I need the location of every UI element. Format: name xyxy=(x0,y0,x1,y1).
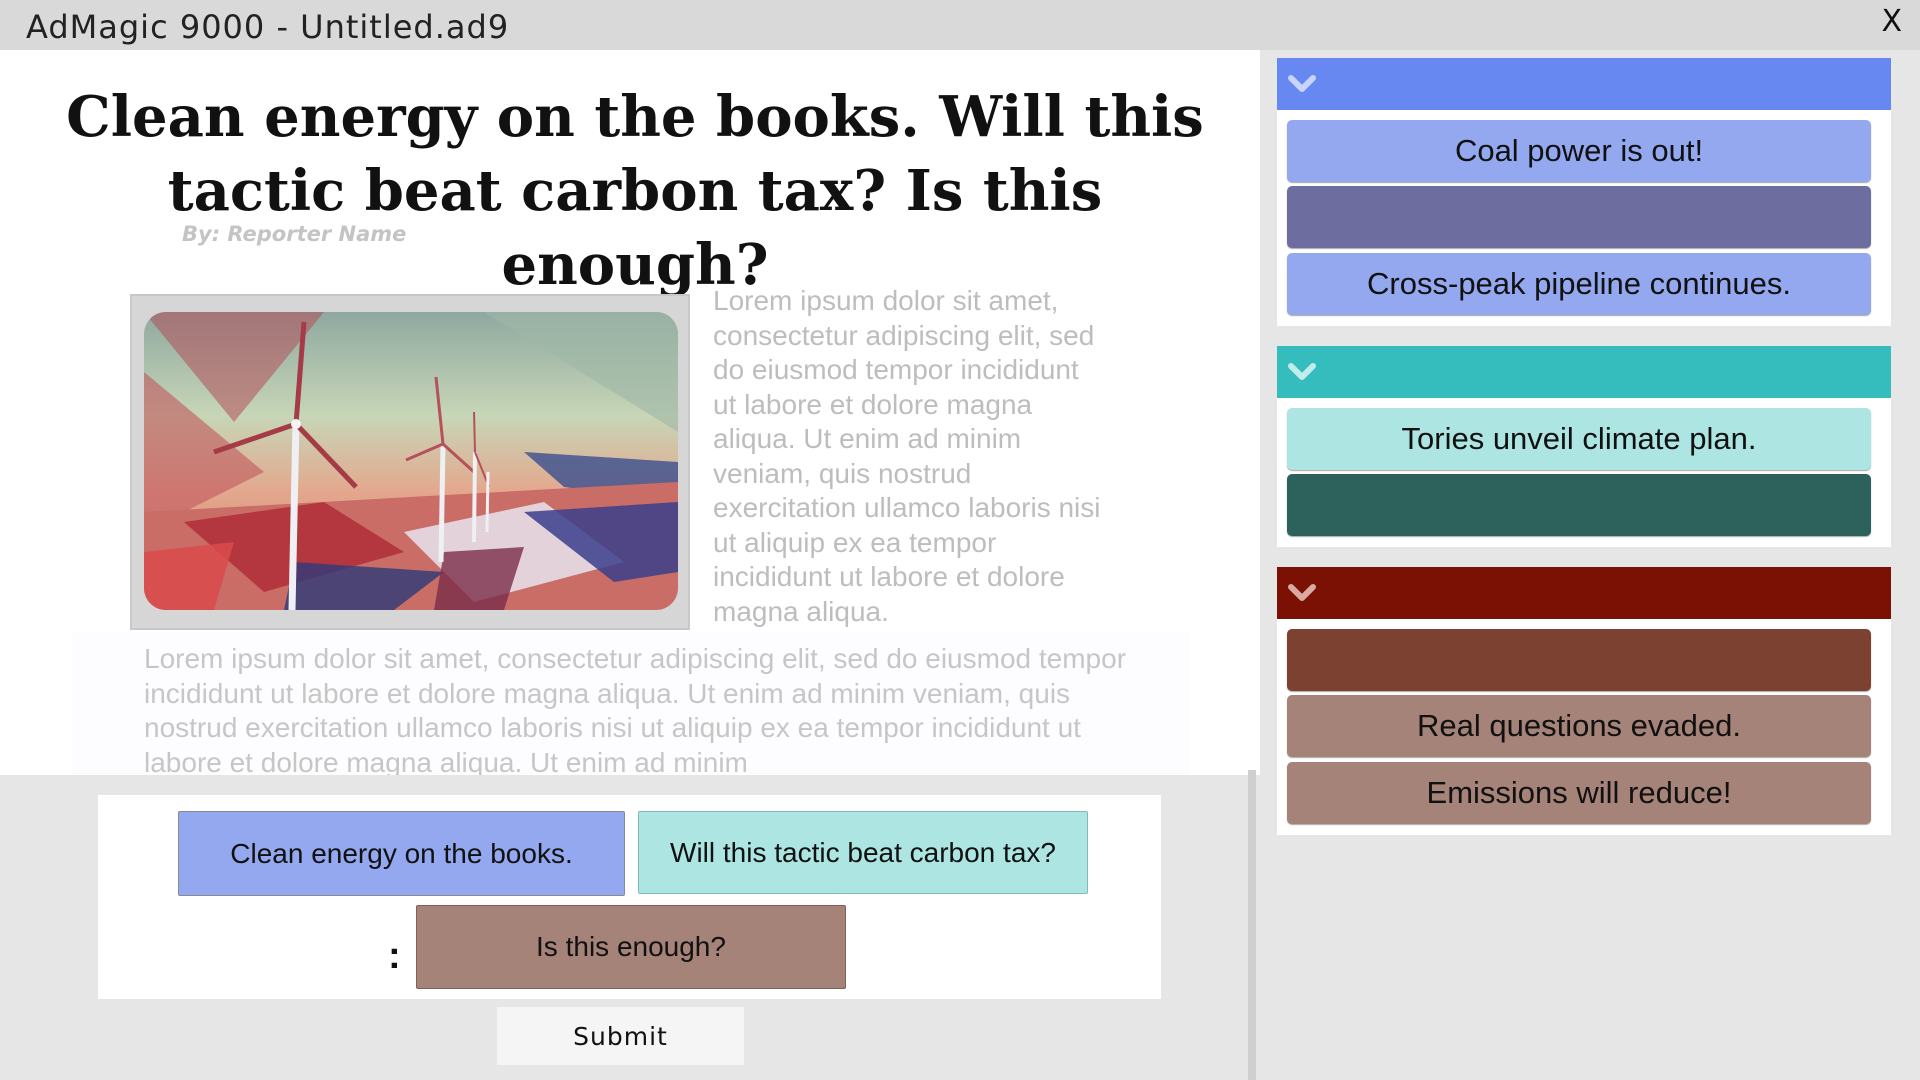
headline-builder: Clean energy on the books. Will this tac… xyxy=(98,795,1161,999)
article-image-frame xyxy=(130,294,690,630)
close-button[interactable]: X xyxy=(1881,4,1902,39)
phrase-item[interactable] xyxy=(1287,629,1871,691)
group-header[interactable] xyxy=(1277,567,1891,619)
headline-line: Clean energy on the books. Will this xyxy=(66,84,1204,150)
byline: By: Reporter Name xyxy=(182,222,407,246)
phrase-item[interactable]: Cross-peak pipeline continues. xyxy=(1287,253,1871,315)
phrase-item[interactable]: Emissions will reduce! xyxy=(1287,762,1871,824)
phrase-group-blue: Coal power is out! Cross-peak pipeline c… xyxy=(1277,58,1891,326)
phrase-item[interactable]: Real questions evaded. xyxy=(1287,695,1871,757)
body-paragraph-box: Lorem ipsum dolor sit amet, consectetur … xyxy=(72,632,1190,775)
phrase-item[interactable] xyxy=(1287,186,1871,248)
submit-button[interactable]: Submit xyxy=(497,1007,744,1065)
side-paragraph: Lorem ipsum dolor sit amet, consectetur … xyxy=(713,285,1101,627)
phrase-item[interactable]: Coal power is out! xyxy=(1287,120,1871,182)
headline-chip[interactable]: Will this tactic beat carbon tax? xyxy=(638,811,1088,894)
chevron-down-icon xyxy=(1288,75,1316,92)
headline-chip[interactable]: Is this enough? xyxy=(416,905,846,989)
wind-turbines-image xyxy=(144,312,678,610)
body-paragraph: Lorem ipsum dolor sit amet, consectetur … xyxy=(144,643,1127,775)
title-bar: AdMagic 9000 - Untitled.ad9 X xyxy=(0,0,1920,50)
chevron-down-icon xyxy=(1288,363,1316,380)
panel-divider[interactable] xyxy=(1248,770,1256,1080)
group-header[interactable] xyxy=(1277,58,1891,110)
phrase-group-red: Real questions evaded. Emissions will re… xyxy=(1277,567,1891,835)
chevron-down-icon xyxy=(1288,584,1316,601)
window-title: AdMagic 9000 - Untitled.ad9 xyxy=(26,8,510,46)
phrase-item[interactable] xyxy=(1287,474,1871,536)
headline-chip[interactable]: Clean energy on the books. xyxy=(178,811,625,896)
headline: Clean energy on the books. Will this tac… xyxy=(60,80,1210,302)
phrase-panel: Coal power is out! Cross-peak pipeline c… xyxy=(1261,50,1920,1080)
phrase-group-teal: Tories unveil climate plan. xyxy=(1277,346,1891,547)
phrase-item[interactable]: Tories unveil climate plan. xyxy=(1287,408,1871,470)
group-header[interactable] xyxy=(1277,346,1891,398)
article-preview: Clean energy on the books. Will this tac… xyxy=(0,50,1260,775)
separator: : xyxy=(388,935,401,977)
